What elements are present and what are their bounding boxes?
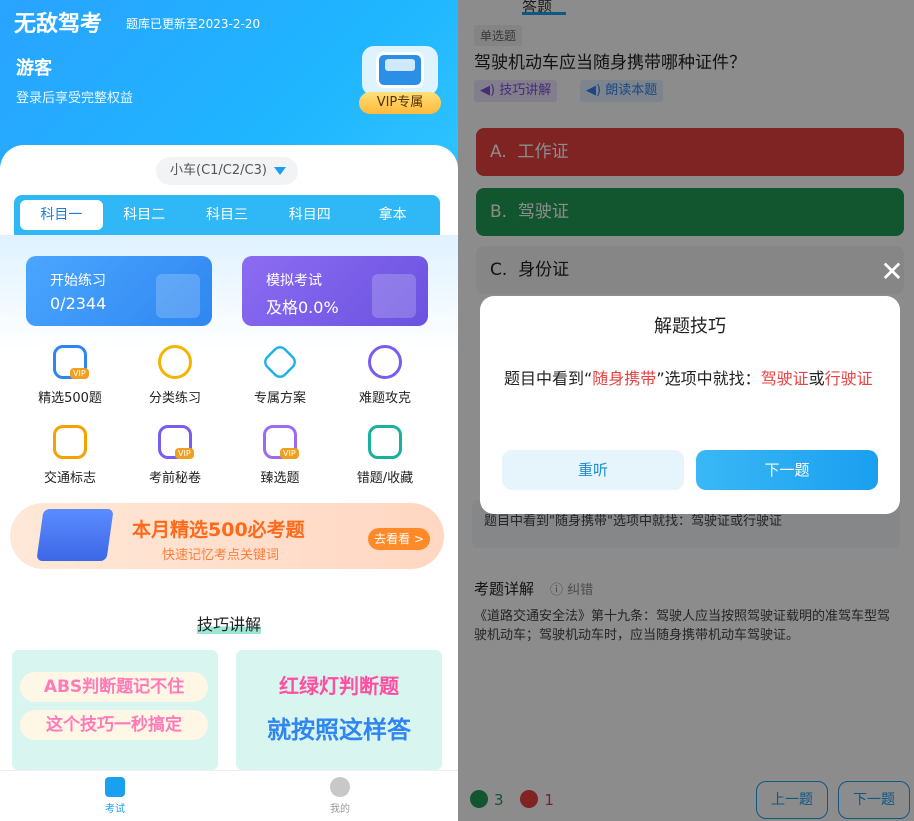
replay-button[interactable]: 重听 — [502, 450, 684, 490]
car-vip-icon[interactable] — [362, 46, 438, 96]
close-icon[interactable]: ✕ — [878, 258, 906, 286]
tab-subject-3[interactable]: 科目三 — [186, 200, 269, 230]
nav-exam[interactable]: 考试 — [85, 771, 145, 815]
app-title: 无敌驾考 — [14, 12, 103, 37]
nav-exam-label: 考试 — [105, 804, 125, 815]
start-practice-button[interactable]: 开始练习 0/2344 — [26, 256, 212, 326]
badge-check-icon: VIP — [263, 425, 299, 459]
exam-icon — [105, 777, 125, 797]
subject-tabs: 科目一 科目二 科目三 科目四 拿本 — [14, 195, 440, 235]
dialog-next-button[interactable]: 下一题 — [696, 450, 878, 490]
thumb-line-1: 红绿灯判断题 — [279, 674, 399, 698]
tab-subject-4[interactable]: 科目四 — [268, 200, 351, 230]
question-screen: 答题 单选题 驾驶机动车应当随身携带哪种证件？ ◀) 技巧讲解 ◀) 朗读本题 … — [458, 0, 914, 821]
vip-badge[interactable]: VIP专属 — [359, 92, 441, 114]
home-screen: 无敌驾考 题库已更新至2023-2-20 游客 登录后享受完整权益 VIP专属 … — [0, 0, 458, 821]
tab-license[interactable]: 拿本 — [351, 200, 434, 230]
tab-subject-2[interactable]: 科目二 — [103, 200, 186, 230]
skill-video-abs[interactable]: ABS判断题记不住 这个技巧一秒搞定 — [12, 650, 218, 770]
grid-item-signs[interactable]: 交通标志 — [16, 425, 124, 486]
update-note: 题库已更新至2023-2-20 — [126, 17, 261, 31]
grid-label: 精选500题 — [38, 391, 102, 406]
skills-heading-text: 技巧讲解 — [196, 615, 261, 634]
banner-subtitle: 快速记忆考点关键词 — [162, 548, 280, 563]
mock-exam-button[interactable]: 模拟考试 及格0.0% — [242, 256, 428, 326]
four-circles-icon — [158, 345, 192, 379]
banner-go-button[interactable]: 去看看 > — [368, 528, 430, 550]
thumb-line-2: 就按照这样答 — [267, 716, 411, 744]
grid-item-category[interactable]: 分类练习 — [121, 345, 229, 406]
tab-subject-1[interactable]: 科目一 — [20, 200, 103, 230]
grid-label: 错题/收藏 — [356, 471, 414, 486]
grid-label: 交通标志 — [43, 471, 96, 486]
target-icon — [368, 345, 402, 379]
dialog-answer-2: 行驶证 — [824, 369, 873, 388]
paper-icon: VIP — [158, 425, 194, 459]
thumb-line-1: ABS判断题记不住 — [20, 672, 208, 702]
grid-label: 分类练习 — [148, 391, 201, 406]
diamond-icon — [260, 342, 300, 382]
books-icon — [36, 509, 114, 561]
dropdown-arrow-icon — [274, 167, 286, 175]
tip-dialog: 解题技巧 题目中看到“随身携带”选项中就找：驾驶证或行驶证 重听 下一题 — [480, 296, 900, 514]
user-name[interactable]: 游客 — [16, 54, 52, 80]
document-icon — [156, 274, 200, 318]
user-icon — [330, 777, 350, 797]
dialog-text-3: 或 — [808, 369, 825, 388]
score-100-icon — [372, 274, 416, 318]
dialog-text-1: 题目中看到“ — [504, 369, 593, 388]
grid-item-secret[interactable]: VIP 考前秘卷 — [121, 425, 229, 486]
nav-mine-label: 我的 — [330, 804, 350, 815]
grid-item-select[interactable]: VIP 臻选题 — [226, 425, 334, 486]
500-vip-icon: VIP — [53, 345, 89, 379]
wrong-notes-icon — [368, 425, 402, 459]
dialog-keyword: 随身携带 — [592, 369, 657, 388]
dialog-body: 题目中看到“随身携带”选项中就找：驾驶证或行驶证 — [504, 366, 876, 392]
vehicle-selector[interactable]: 小车(C1/C2/C3) — [156, 157, 298, 185]
grid-item-hard[interactable]: 难题攻克 — [331, 345, 439, 406]
skills-heading: 技巧讲解 — [0, 611, 458, 635]
grid-label: 专属方案 — [253, 391, 306, 406]
dialog-title: 解题技巧 — [654, 316, 726, 337]
login-hint[interactable]: 登录后享受完整权益 — [16, 87, 133, 106]
dialog-answer-1: 驾驶证 — [760, 369, 809, 388]
bus-icon — [53, 425, 87, 459]
grid-item-500[interactable]: VIP 精选500题 — [16, 345, 124, 406]
banner-title: 本月精选500必考题 — [132, 519, 305, 541]
grid-label: 臻选题 — [260, 471, 300, 486]
promo-banner[interactable]: 本月精选500必考题 快速记忆考点关键词 去看看 > — [10, 503, 444, 569]
grid-label: 考前秘卷 — [148, 471, 201, 486]
grid-item-plan[interactable]: 专属方案 — [226, 342, 334, 406]
bottom-nav: 考试 我的 — [0, 770, 458, 821]
vehicle-label: 小车(C1/C2/C3) — [170, 163, 267, 178]
grid-label: 难题攻克 — [358, 391, 411, 406]
thumb-line-2: 这个技巧一秒搞定 — [20, 710, 208, 740]
grid-item-wrong[interactable]: 错题/收藏 — [331, 425, 439, 486]
dialog-text-2: ”选项中就找： — [656, 369, 761, 388]
nav-mine[interactable]: 我的 — [310, 771, 370, 815]
skill-video-traffic-light[interactable]: 红绿灯判断题 就按照这样答 — [236, 650, 442, 770]
